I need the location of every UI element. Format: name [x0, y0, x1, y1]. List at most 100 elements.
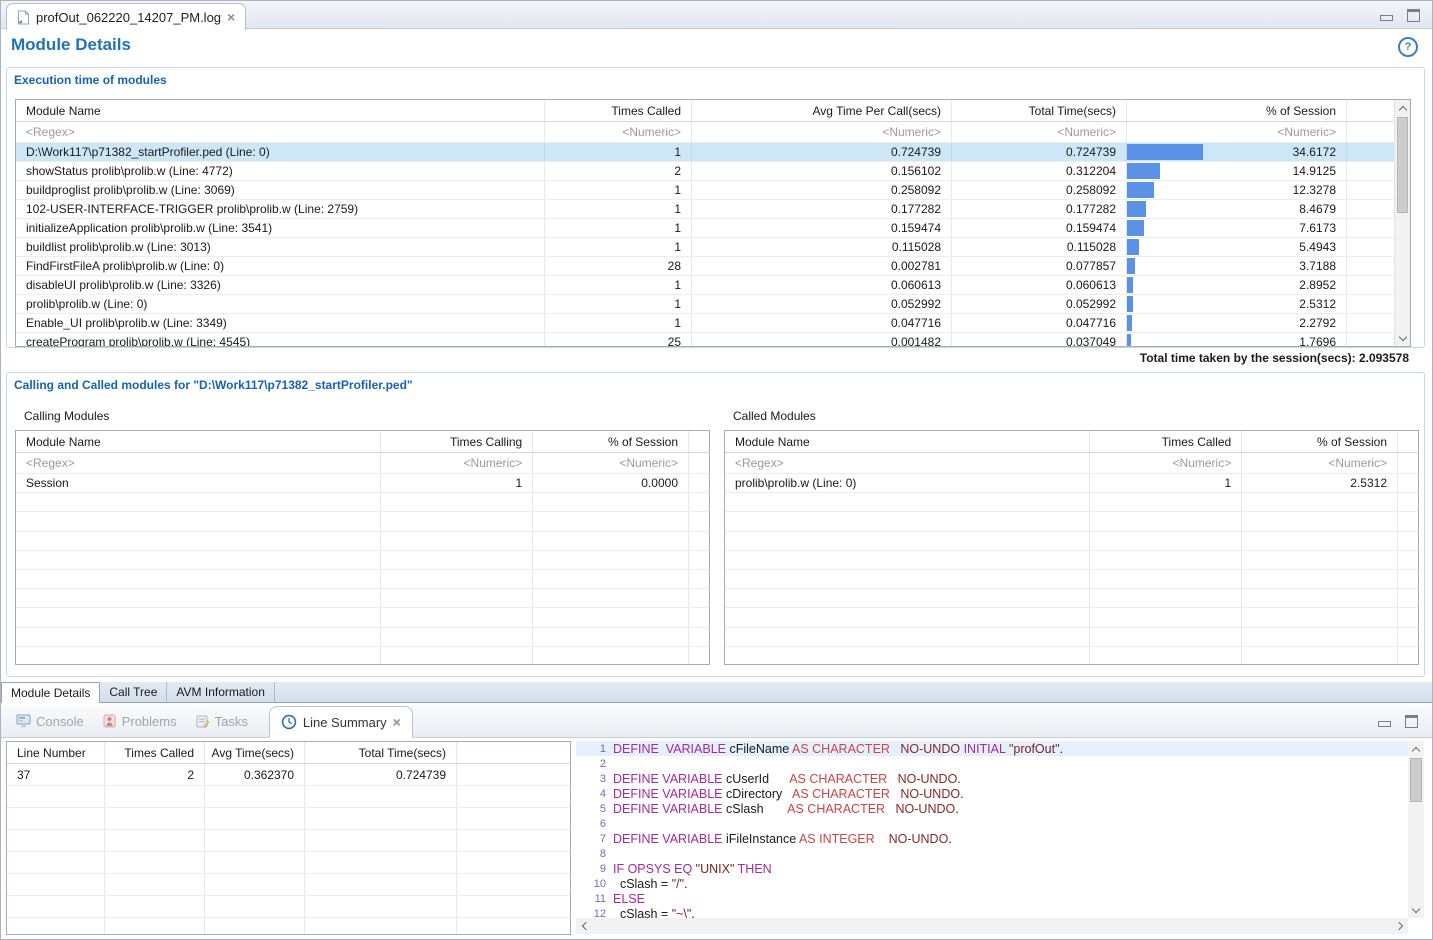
maximize-icon[interactable]	[1407, 9, 1420, 22]
view-tab-module-details[interactable]: Module Details	[1, 682, 100, 703]
code-vertical-scrollbar[interactable]	[1408, 741, 1424, 918]
help-icon[interactable]: ?	[1398, 37, 1418, 57]
code-line[interactable]: 9IF OPSYS EQ "UNIX" THEN	[576, 861, 1408, 876]
code-line[interactable]: 6	[576, 816, 1408, 831]
called-modules-table[interactable]: Module NameTimes Called% of Session <Rege…	[724, 430, 1419, 665]
maximize-icon[interactable]	[1405, 715, 1418, 728]
column-header[interactable]: % of Session	[1127, 100, 1347, 121]
table-row[interactable]: initializeApplication prolib\prolib.w (L…	[16, 219, 1394, 238]
times-called-cell: 2	[545, 162, 692, 180]
column-header[interactable]: Module Name	[725, 431, 1090, 452]
filter-cell[interactable]: <Numeric>	[692, 122, 952, 142]
filter-cell[interactable]: <Numeric>	[1242, 453, 1398, 473]
empty-cell	[205, 874, 305, 895]
empty-cell	[7, 808, 105, 829]
close-icon[interactable]: ×	[227, 11, 235, 23]
table-row[interactable]: prolib\prolib.w (Line: 0)10.0529920.0529…	[16, 295, 1394, 314]
code-token: AS CHARACTER	[792, 787, 890, 801]
times-called-cell: 1	[545, 314, 692, 332]
code-line[interactable]: 7DEFINE VARIABLE iFileInstance AS INTEGE…	[576, 831, 1408, 846]
total-time-cell: 0.052992	[952, 295, 1127, 313]
avg-time-cell: 0.002781	[692, 257, 952, 275]
console-tab-problems[interactable]: Problems	[93, 705, 186, 737]
view-tab-call-tree[interactable]: Call Tree	[100, 682, 167, 702]
empty-cell	[457, 852, 570, 873]
column-header[interactable]: Times Called	[1090, 431, 1242, 452]
column-header[interactable]: Line Number	[7, 742, 105, 763]
pct-value: 2.5312	[1299, 297, 1336, 311]
minimize-icon[interactable]	[1380, 15, 1393, 21]
line-summary-table[interactable]: Line NumberTimes CalledAvg Time(secs)Tot…	[6, 741, 571, 935]
filter-cell[interactable]: <Numeric>	[952, 122, 1127, 142]
calling-modules-table[interactable]: Module NameTimes Calling% of Session <Reg…	[15, 430, 710, 665]
filter-cell[interactable]: <Numeric>	[533, 453, 689, 473]
filter-cell[interactable]: <Regex>	[16, 453, 381, 473]
scroll-left-icon[interactable]	[576, 918, 592, 934]
table-row[interactable]: buildlist prolib\prolib.w (Line: 3013)10…	[16, 238, 1394, 257]
column-header[interactable]: Module Name	[16, 431, 381, 452]
code-line[interactable]: 4DEFINE VARIABLE cDirectory AS CHARACTER…	[576, 786, 1408, 801]
column-header[interactable]: Total Time(secs)	[952, 100, 1127, 121]
column-header[interactable]: Avg Time Per Call(secs)	[692, 100, 952, 121]
code-horizontal-scrollbar[interactable]	[576, 918, 1408, 934]
filter-cell[interactable]: <Regex>	[725, 453, 1090, 473]
filter-cell[interactable]: <Numeric>	[1090, 453, 1242, 473]
table-row[interactable]: disableUI prolib\prolib.w (Line: 3326)10…	[16, 276, 1394, 295]
empty-cell	[1347, 143, 1394, 161]
column-header[interactable]: Avg Time(secs)	[205, 742, 305, 763]
table-row[interactable]: D:\Work117\p71382_startProfiler.ped (Lin…	[16, 143, 1394, 162]
column-header[interactable]: Times Called	[545, 100, 692, 121]
column-header[interactable]: Module Name	[16, 100, 545, 121]
code-line[interactable]: 5DEFINE VARIABLE cSlash AS CHARACTER NO-…	[576, 801, 1408, 816]
code-line[interactable]: 1DEFINE VARIABLE cFileName AS CHARACTER …	[576, 741, 1408, 756]
minimize-icon[interactable]	[1378, 721, 1391, 727]
exec-table-scrollbar[interactable]	[1394, 100, 1410, 346]
close-icon[interactable]: ×	[393, 716, 401, 728]
table-row[interactable]: Enable_UI prolib\prolib.w (Line: 3349)10…	[16, 314, 1394, 333]
scroll-up-icon[interactable]	[1395, 100, 1411, 116]
editor-tab-profout-log[interactable]: profOut_062220_14207_PM.log ×	[6, 3, 246, 30]
scroll-right-icon[interactable]	[1392, 918, 1408, 934]
table-row[interactable]: buildproglist prolib\prolib.w (Line: 306…	[16, 181, 1394, 200]
console-tab-line-summary[interactable]: Line Summary×	[269, 706, 413, 738]
column-header[interactable]: % of Session	[533, 431, 689, 452]
column-header[interactable]: Total Time(secs)	[305, 742, 457, 763]
code-line[interactable]: 10 cSlash = "/".	[576, 876, 1408, 891]
table-row[interactable]: showStatus prolib\prolib.w (Line: 4772)2…	[16, 162, 1394, 181]
scroll-down-icon[interactable]	[1408, 902, 1424, 918]
console-tab-console[interactable]: Console	[7, 705, 93, 737]
code-editor[interactable]: 1DEFINE VARIABLE cFileName AS CHARACTER …	[576, 741, 1424, 934]
code-token: DEFINE VARIABLE	[613, 787, 726, 801]
console-tab-tasks[interactable]: Tasks	[186, 705, 257, 737]
code-line[interactable]: 3DEFINE VARIABLE cUserId AS CHARACTER NO…	[576, 771, 1408, 786]
line-number: 11	[576, 893, 613, 905]
scroll-down-icon[interactable]	[1395, 330, 1411, 346]
column-header[interactable]: % of Session	[1242, 431, 1398, 452]
line-number: 8	[576, 848, 613, 860]
filter-cell[interactable]: <Regex>	[16, 122, 545, 142]
table-row[interactable]: FindFirstFileA prolib\prolib.w (Line: 0)…	[16, 257, 1394, 276]
code-line[interactable]: 2	[576, 756, 1408, 771]
code-line[interactable]: 8	[576, 846, 1408, 861]
table-row[interactable]: createProgram prolib\prolib.w (Line: 454…	[16, 333, 1394, 346]
scroll-up-icon[interactable]	[1408, 741, 1424, 757]
view-tab-avm-information[interactable]: AVM Information	[167, 682, 274, 702]
filter-cell[interactable]: <Numeric>	[1127, 122, 1347, 142]
column-header[interactable]: Times Calling	[381, 431, 533, 452]
empty-table-row	[16, 628, 709, 647]
scrollbar-thumb[interactable]	[1397, 117, 1408, 213]
table-row[interactable]: Session10.0000	[16, 474, 709, 493]
empty-cell	[725, 589, 1090, 607]
filter-cell[interactable]: <Numeric>	[545, 122, 692, 142]
code-line[interactable]: 11ELSE	[576, 891, 1408, 906]
table-row[interactable]: 102-USER-INTERFACE-TRIGGER prolib\prolib…	[16, 200, 1394, 219]
empty-table-row	[7, 874, 570, 896]
scrollbar-thumb[interactable]	[1410, 758, 1422, 802]
table-row[interactable]: 3720.3623700.724739	[7, 764, 570, 786]
table-row[interactable]: prolib\prolib.w (Line: 0)12.5312	[725, 474, 1418, 493]
filter-cell[interactable]: <Numeric>	[381, 453, 533, 473]
code-line[interactable]: 12 cSlash = "~\".	[576, 906, 1408, 918]
column-header[interactable]: Times Called	[105, 742, 205, 763]
code-text: ELSE	[613, 892, 645, 906]
execution-time-table[interactable]: Module NameTimes CalledAvg Time Per Call…	[15, 99, 1411, 347]
